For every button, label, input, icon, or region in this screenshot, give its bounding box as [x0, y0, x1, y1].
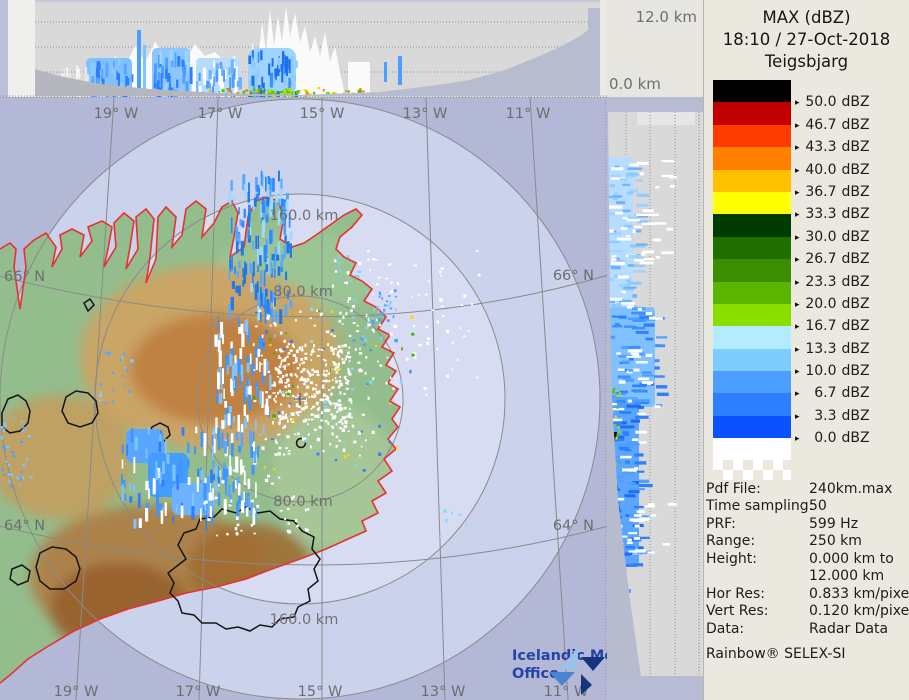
legend-row: ▸ 40.0 dBZ	[713, 147, 908, 178]
meta-row: Hor Res: 0.833 km/pixel	[706, 585, 909, 602]
meta-row: Height: 0.000 km to	[706, 550, 894, 567]
legend-unit: dBZ	[841, 430, 870, 447]
legend-swatch	[713, 281, 791, 304]
legend-swatch	[713, 236, 791, 260]
dbz-color-scale: ▸ 50.0 dBZ ▸ 46.7 dBZ ▸ 43.3 dBZ ▸ 40.0 dBZ ▸ 36.…	[713, 80, 908, 481]
profile-axis-box: 12.0 km 0.0 km	[607, 0, 703, 97]
lon-label: 11° W	[506, 106, 551, 122]
tick-arrow-icon: ▸	[795, 434, 800, 445]
legend-row: ▸ 20.0 dBZ	[713, 281, 908, 312]
legend-swatch	[713, 80, 791, 103]
ring-label: 80.0 km	[273, 284, 332, 300]
legend-swatch	[713, 371, 791, 394]
legend-row: ▸ 43.3 dBZ	[713, 124, 908, 155]
metadata-block: Pdf File: 240km.max Time sampling:50 PRF:…	[706, 481, 909, 663]
lon-label: 17° W	[176, 684, 221, 700]
lat-label: 66° N	[4, 269, 45, 285]
meta-row: 12.000 km	[809, 568, 885, 585]
top-profile-chart	[0, 0, 607, 97]
software-brand: Rainbow® SELEX-SI	[706, 646, 846, 663]
legend-row: ▸ 6.7 dBZ	[713, 371, 908, 401]
lon-label: 13° W	[421, 684, 466, 700]
lon-label: 13° W	[403, 106, 448, 122]
legend-swatch	[713, 348, 791, 372]
legend-row: ▸ 33.3 dBZ	[713, 191, 908, 222]
meta-row: Vert Res: 0.120 km/pixel	[706, 603, 909, 620]
meta-row: PRF: 599 Hz	[706, 515, 859, 532]
product-title: MAX (dBZ)	[762, 8, 851, 27]
legend-row: ▸ 30.0 dBZ	[713, 214, 908, 245]
legend-row: ▸ 46.7 dBZ	[713, 102, 908, 133]
legend-row: ▸ 23.3 dBZ	[713, 259, 908, 290]
legend-swatch	[713, 102, 791, 125]
ring-label: 160.0 km	[270, 612, 339, 628]
lon-label: 19° W	[94, 106, 139, 122]
lat-label: 64° N	[553, 518, 594, 534]
legend-transparent-band	[713, 460, 791, 481]
title-block: MAX (dBZ) 18:10 / 27-Oct-2018 Teigsbjarg	[704, 7, 909, 73]
ring-label: 80.0 km	[273, 494, 332, 510]
legend-below-zero-band	[713, 438, 791, 461]
info-panel: MAX (dBZ) 18:10 / 27-Oct-2018 Teigsbjarg…	[703, 0, 909, 700]
meta-row: Data: Radar Data	[706, 620, 889, 637]
lon-label: 15° W	[298, 684, 343, 700]
legend-row: ▸ 26.7 dBZ	[713, 236, 908, 267]
legend-swatch	[713, 214, 791, 237]
legend-swatch	[713, 303, 791, 327]
legend-swatch	[713, 147, 791, 170]
meta-row: Time sampling:50	[706, 498, 827, 515]
meta-row: Range: 250 km	[706, 533, 862, 550]
axis-max-label: 12.0 km	[635, 8, 697, 26]
lat-label: 66° N	[553, 268, 594, 284]
radar-map: 19° W 17° W 15° W 13° W 11° W 19° W 17° …	[0, 97, 607, 700]
legend-swatch	[713, 169, 791, 192]
legend-swatch	[713, 191, 791, 215]
legend-row: ▸ 3.3 dBZ	[713, 393, 908, 424]
right-profile-chart	[607, 97, 703, 700]
legend-swatch	[713, 326, 791, 349]
legend-swatch	[713, 124, 791, 148]
legend-row: ▸ 0.0 dBZ	[713, 415, 908, 446]
legend-row: ▸ 50.0 dBZ	[713, 80, 908, 110]
legend-value: 0.0	[814, 430, 837, 447]
legend-row: ▸ 13.3 dBZ	[713, 326, 908, 357]
lon-label: 15° W	[300, 106, 345, 122]
ring-label: 160.0 km	[270, 208, 339, 224]
meta-row: Pdf File: 240km.max	[706, 481, 893, 497]
axis-min-label: 0.0 km	[609, 75, 661, 93]
legend-swatch	[713, 393, 791, 416]
legend-swatch	[713, 259, 791, 282]
lat-label: 64° N	[4, 518, 45, 534]
legend-row: ▸ 10.0 dBZ	[713, 348, 908, 379]
legend-row: ▸ 16.7 dBZ	[713, 303, 908, 334]
legend-row: ▸ 36.7 dBZ	[713, 169, 908, 200]
lon-label: 19° W	[54, 684, 99, 700]
radar-display: 12.0 km 0.0 km 19° W 17° W 15° W 13° W 1…	[0, 0, 909, 700]
station-name: Teigsbjarg	[764, 52, 849, 71]
product-datetime: 18:10 / 27-Oct-2018	[722, 30, 891, 49]
legend-swatch	[713, 415, 791, 439]
lon-label: 17° W	[198, 106, 243, 122]
